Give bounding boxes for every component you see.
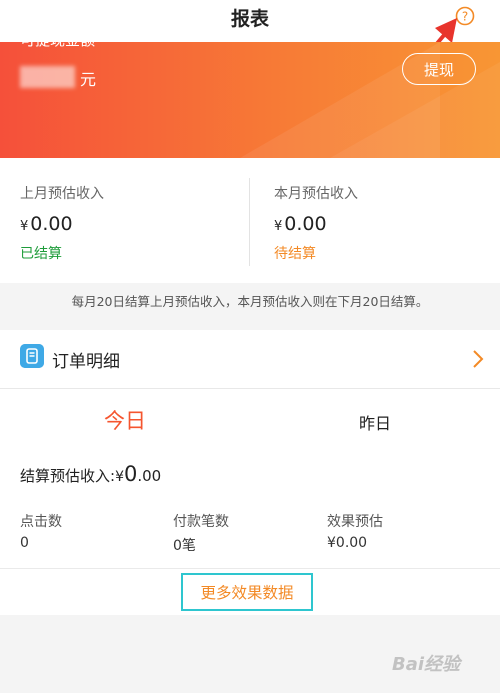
settled-status: 已结算 — [20, 246, 62, 262]
income-summary — [0, 158, 500, 283]
pending-status: 待结算 — [274, 246, 316, 262]
effect-estimate-label: 效果预估 — [327, 514, 383, 530]
divider — [0, 568, 500, 569]
blurred-amount — [20, 66, 75, 88]
tab-yesterday[interactable]: 昨日 — [250, 410, 500, 434]
divider — [249, 178, 250, 266]
tab-today[interactable]: 今日 — [0, 405, 250, 435]
last-month-amount: ¥0.00 — [20, 213, 73, 235]
divider — [0, 388, 500, 389]
this-month-amount: ¥0.00 — [274, 213, 327, 235]
last-month-label: 上月预估收入 — [20, 186, 104, 202]
more-data-button[interactable]: 更多效果数据 — [181, 573, 313, 611]
withdraw-button[interactable]: 提现 — [402, 53, 476, 85]
clicks-label: 点击数 — [20, 514, 62, 530]
effect-estimate-value: ¥0.00 — [327, 535, 368, 551]
receipt-icon — [20, 344, 44, 368]
this-month-label: 本月预估收入 — [274, 186, 358, 202]
order-detail-title[interactable]: 订单明细 — [52, 347, 120, 372]
settled-estimate-row: 结算预估收入:¥0.00 — [20, 462, 162, 486]
watermark: Bai经验 — [392, 654, 461, 675]
chevron-right-icon[interactable] — [470, 348, 486, 370]
settlement-notice: 每月20日结算上月预估收入，本月预估收入则在下月20日结算。 — [71, 294, 429, 309]
withdrawable-label: 可提现金额 — [20, 31, 96, 49]
clicks-value: 0 — [20, 535, 29, 551]
payments-value: 0笔 — [173, 538, 196, 554]
payments-label: 付款笔数 — [173, 514, 229, 530]
currency-unit: 元 — [80, 70, 97, 89]
